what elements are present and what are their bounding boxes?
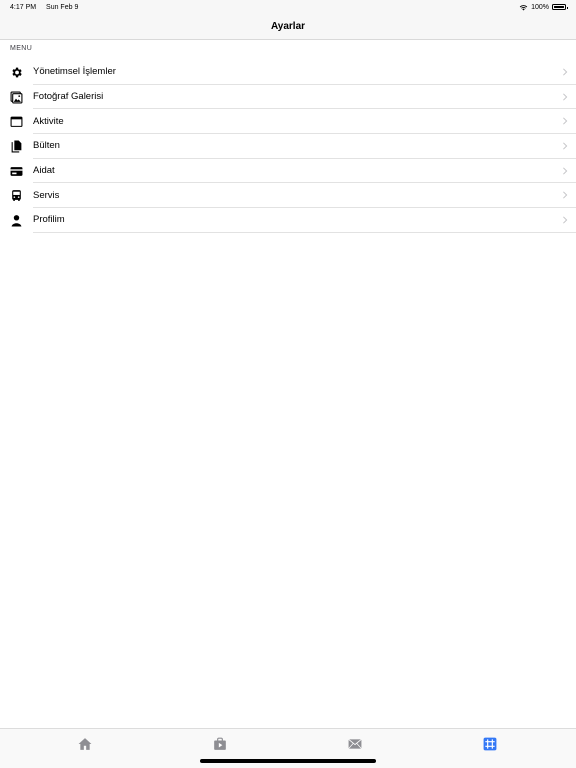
menu-item-label: Fotoğraf Galerisi [33,91,104,103]
home-indicator [200,759,376,763]
menu-item-label: Aktivite [33,115,64,127]
menu-item-aktivite[interactable]: Aktivite [0,109,576,135]
menu-item-aidat[interactable]: Aidat [0,159,576,184]
chevron-right-icon [563,216,568,224]
status-bar: 4:17 PM Sun Feb 9 100% [0,0,576,14]
status-date: Sun Feb 9 [46,3,79,11]
navigation-bar: Ayarlar [0,14,576,40]
chevron-right-icon [563,92,568,101]
menu-item-bulten[interactable]: Bülten [0,134,576,159]
menu-item-fotograf-galerisi[interactable]: Fotoğraf Galerisi [0,85,576,110]
menu-item-label: Servis [33,189,60,201]
tab-settings[interactable] [480,736,500,752]
menu-item-label: Aidat [33,165,55,177]
battery-percent: 100% [531,3,549,11]
calendar-icon [0,109,33,134]
documents-icon [0,134,33,159]
chevron-right-icon [563,167,568,175]
wifi-icon [519,4,528,10]
chevron-right-icon [563,191,568,199]
tab-messages[interactable] [345,736,365,752]
page-title: Ayarlar [270,21,306,32]
grid-icon [483,737,497,751]
credit-card-icon [0,159,33,184]
menu-item-label: Yönetimsel İşlemler [33,66,116,78]
settings-menu: Yönetimsel İşlemler Fotoğraf Galerisi Ak… [0,60,576,233]
menu-item-label: Bülten [33,140,60,152]
bus-icon [0,183,33,208]
video-bag-icon [214,737,226,750]
menu-item-profilim[interactable]: Profilim [0,208,576,233]
chevron-right-icon [563,117,568,125]
menu-item-servis[interactable]: Servis [0,183,576,209]
section-header: MENU [10,45,33,52]
tab-home[interactable] [75,736,95,752]
gear-icon [0,60,33,85]
tab-videos[interactable] [210,736,230,752]
chevron-right-icon [563,142,568,150]
mail-icon [348,738,362,749]
home-icon [78,738,92,750]
chevron-right-icon [563,68,568,76]
menu-item-label: Profilim [33,214,65,226]
battery-icon [552,4,568,10]
person-icon [0,208,33,233]
photo-gallery-icon [0,85,33,110]
status-time: 4:17 PM [10,3,37,11]
menu-item-yonetimsel-islemler[interactable]: Yönetimsel İşlemler [0,60,576,85]
